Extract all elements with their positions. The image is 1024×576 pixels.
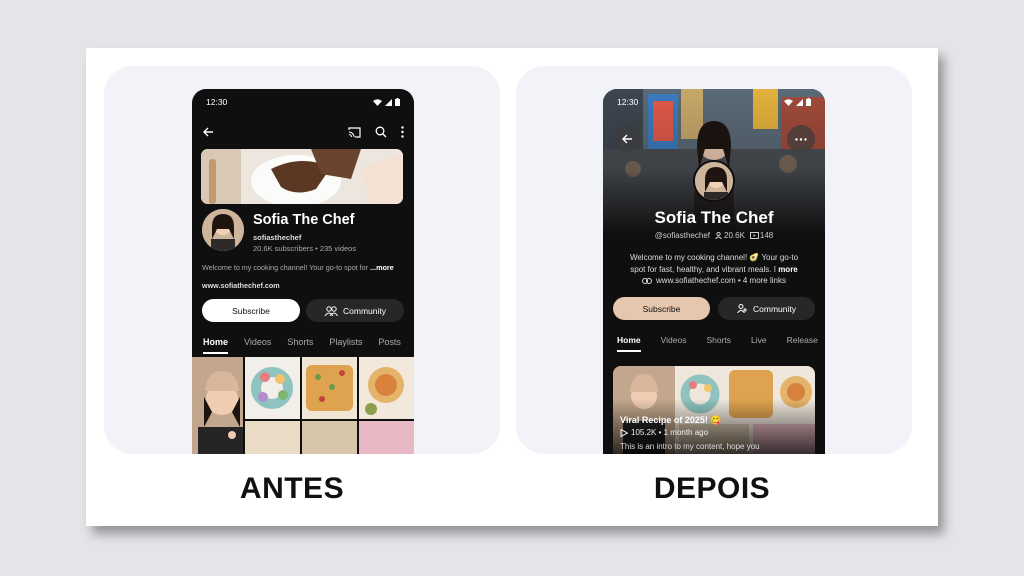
back-arrow-icon[interactable] (202, 126, 214, 138)
video-meta-row: 105.2K • 1 month ago (620, 428, 708, 437)
signal-icon (796, 98, 803, 106)
status-bar: 12:30 (603, 89, 825, 115)
status-icons (784, 98, 811, 106)
channel-link[interactable]: www.sofiathechef.com (202, 280, 280, 292)
more-link[interactable]: ...more (370, 263, 394, 272)
cast-icon[interactable] (348, 126, 361, 138)
before-panel: 12:30 Sofia The Chef sofiasthechef 20.6K… (104, 66, 500, 454)
status-icons (373, 98, 400, 106)
tab-videos[interactable]: Videos (244, 337, 271, 347)
channel-tabs: Home Videos Shorts Playlists Posts (192, 337, 414, 354)
tab-live[interactable]: Live (751, 335, 767, 345)
video-title: Viral Recipe of 2025! 😋 (620, 415, 722, 425)
after-phone: 12:30 Sofia The Chef @sofiasthechef 20.6… (603, 89, 825, 454)
play-icon (620, 428, 628, 437)
more-horiz-icon (795, 137, 807, 141)
channel-description: Welcome to my cooking channel! Your go-t… (202, 262, 407, 274)
back-arrow-icon (622, 134, 632, 144)
wifi-icon (784, 98, 793, 106)
video-thumbnail[interactable] (302, 357, 357, 419)
video-thumbnail[interactable] (192, 357, 243, 454)
avatar (693, 160, 735, 202)
subscribe-button[interactable]: Subscribe (202, 299, 300, 322)
community-button[interactable]: Community (306, 299, 404, 322)
more-link[interactable]: more (778, 265, 798, 274)
before-phone: 12:30 Sofia The Chef sofiasthechef 20.6K… (192, 89, 414, 454)
subscribe-label: Subscribe (232, 305, 270, 316)
video-thumbnail[interactable] (302, 421, 357, 454)
status-time: 12:30 (206, 97, 228, 107)
after-panel: 12:30 Sofia The Chef @sofiasthechef 20.6… (516, 66, 912, 454)
status-time: 12:30 (617, 97, 639, 107)
channel-stats: 20.6K subscribers • 235 videos (253, 244, 357, 253)
featured-video[interactable]: Viral Recipe of 2025! 😋 105.2K • 1 month… (613, 366, 815, 454)
link-text: www.sofiathechef.com • 4 more links (656, 276, 786, 285)
tab-posts[interactable]: Posts (378, 337, 401, 347)
channel-links[interactable]: www.sofiathechef.com • 4 more links (603, 275, 825, 287)
caption-after: DEPOIS (653, 472, 771, 505)
channel-description: Welcome to my cooking channel! 🥑 Your go… (603, 252, 825, 276)
link-icon (642, 278, 653, 284)
video-count: 148 (759, 231, 774, 240)
community-button[interactable]: Community (718, 297, 815, 320)
tab-shorts[interactable]: Shorts (287, 337, 313, 347)
description-line-1: Welcome to my cooking channel! 🥑 Your go… (629, 253, 799, 262)
description-text: Welcome to my cooking channel! Your go-t… (202, 263, 369, 272)
video-description: This is an intro to my content, hope you (620, 442, 760, 451)
back-button[interactable] (613, 125, 641, 153)
more-vert-icon[interactable] (401, 126, 404, 138)
channel-handle: sofiasthechef (253, 233, 302, 242)
channel-name: Sofia The Chef (253, 212, 355, 228)
video-thumbnail[interactable] (245, 421, 300, 454)
search-icon[interactable] (375, 126, 387, 138)
channel-handle: @sofiasthechef (654, 231, 710, 240)
tab-shorts[interactable]: Shorts (706, 335, 731, 345)
description-line-2: spot for fast, healthy, and vibrant meal… (630, 265, 776, 274)
video-thumbnail[interactable] (359, 357, 414, 419)
video-meta: 105.2K • 1 month ago (631, 428, 709, 437)
avatar (202, 209, 244, 251)
community-icon (737, 304, 747, 313)
caption-before: ANTES (239, 472, 345, 505)
subscriber-count: 20.6K (724, 231, 745, 240)
signal-icon (385, 98, 392, 106)
video-thumbnail[interactable] (359, 421, 414, 454)
channel-banner (201, 149, 403, 204)
community-icon (324, 305, 338, 316)
channel-name: Sofia The Chef (654, 208, 774, 227)
video-icon (749, 232, 759, 239)
wifi-icon (373, 98, 382, 106)
status-bar: 12:30 (192, 89, 414, 115)
community-label: Community (753, 303, 796, 314)
subscribe-label: Subscribe (642, 303, 681, 314)
tab-release[interactable]: Release (787, 335, 818, 345)
tab-home[interactable]: Home (617, 335, 641, 352)
battery-icon (806, 98, 811, 106)
video-grid (192, 357, 414, 454)
channel-tabs: Home Videos Shorts Live Release (603, 335, 825, 352)
tab-home[interactable]: Home (203, 337, 229, 354)
app-bar (192, 119, 414, 145)
more-button[interactable] (787, 125, 815, 153)
tab-videos[interactable]: Videos (661, 335, 687, 345)
battery-icon (395, 98, 400, 106)
channel-meta: @sofiasthechef 20.6K 148 (603, 231, 825, 240)
tab-playlists[interactable]: Playlists (329, 337, 362, 347)
person-icon (715, 232, 722, 239)
video-thumbnail[interactable] (245, 357, 300, 419)
subscribe-button[interactable]: Subscribe (613, 297, 710, 320)
community-label: Community (343, 305, 386, 316)
